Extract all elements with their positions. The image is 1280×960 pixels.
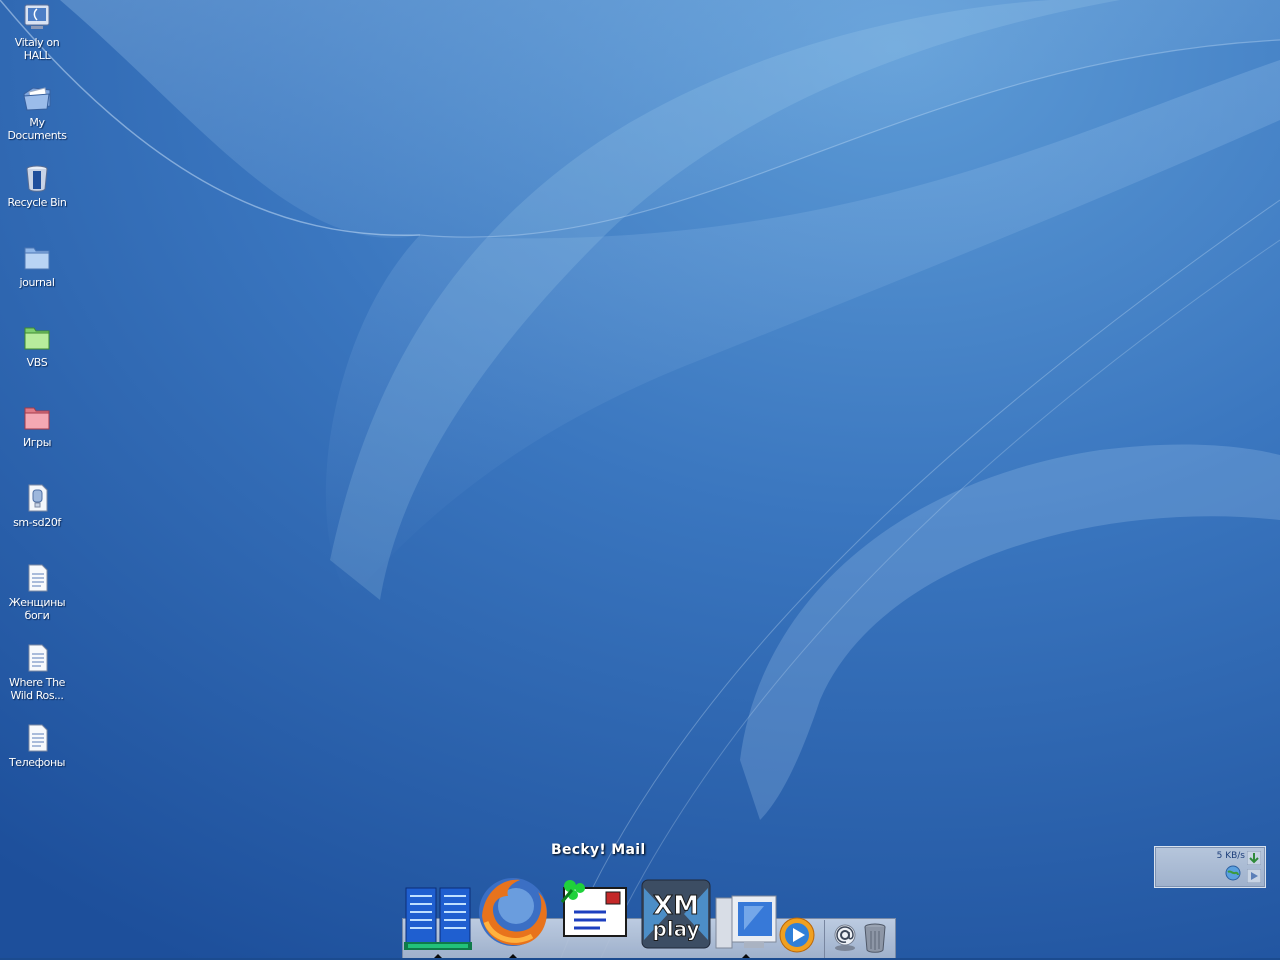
xmplay-icon: XM play	[641, 879, 711, 949]
dock-item-monitor[interactable]	[714, 892, 778, 952]
desktop-icon-journal[interactable]: journal	[0, 240, 74, 289]
network-rate: 5 KB/s	[1216, 851, 1245, 861]
globe-icon	[1225, 865, 1241, 881]
desktop-icon-recycle-bin[interactable]: Recycle Bin	[0, 160, 74, 209]
desktop-icon-label: journal	[19, 276, 55, 289]
media-player-icon	[779, 917, 815, 953]
desktop-icon-sm-sd20f[interactable]: sm-sd20f	[0, 480, 74, 529]
desktop-icon-label: VBS	[26, 356, 48, 369]
desktop-icon-label: Vitaly on HALL	[14, 36, 60, 62]
at-sign-icon	[834, 924, 856, 951]
desktop-icon-label: sm-sd20f	[13, 516, 61, 529]
documents-folder-icon	[23, 87, 51, 111]
dock-item-server[interactable]	[404, 884, 472, 954]
red-folder-icon	[24, 407, 50, 430]
desktop-icon-phones[interactable]: Телефоны	[0, 720, 74, 769]
desktop-icon-label: Игры	[22, 436, 52, 449]
trash-can-icon	[864, 923, 886, 953]
download-arrow-icon[interactable]	[1247, 851, 1261, 865]
desktop-icon-label: Where The Wild Ros...	[8, 676, 66, 702]
desktop-icon-where-the-wild-roses[interactable]: Where The Wild Ros...	[0, 640, 74, 702]
dock-item-firefox[interactable]	[472, 872, 554, 952]
network-monitor-widget[interactable]: 5 KB/s	[1154, 846, 1266, 888]
green-folder-icon	[24, 327, 50, 350]
dock-item-becky-mail[interactable]	[556, 878, 630, 942]
desktop-icon-label: Телефоны	[8, 756, 66, 769]
server-icon	[404, 887, 472, 950]
desktop-icon-my-computer[interactable]: Vitaly on HALL	[0, 0, 74, 62]
play-arrow-icon[interactable]	[1247, 869, 1261, 883]
text-document-icon	[28, 644, 48, 672]
desktop-icon-my-documents[interactable]: My Documents	[0, 80, 74, 142]
recycle-bin-icon	[26, 165, 48, 192]
blue-folder-icon	[24, 247, 50, 270]
dock-separator	[824, 920, 825, 960]
monitor-icon	[715, 895, 777, 949]
xmplay-icon-text-bottom: play	[652, 917, 699, 941]
my-computer-icon	[24, 4, 50, 29]
desktop-icon-vbs[interactable]: VBS	[0, 320, 74, 369]
text-document-icon	[28, 724, 48, 752]
text-document-icon	[28, 564, 48, 592]
dock-item-at-sign[interactable]	[832, 922, 858, 952]
dock-item-trash[interactable]	[862, 922, 888, 954]
becky-mail-icon	[560, 880, 627, 937]
desktop-icon-label: Женщины боги	[8, 596, 66, 622]
dock-tooltip: Becky! Mail	[551, 842, 646, 858]
firefox-icon	[479, 878, 547, 946]
dock-item-media-player[interactable]	[778, 916, 816, 954]
desktop-icon-label: My Documents	[7, 116, 67, 142]
zip-archive-icon	[28, 484, 48, 512]
desktop-icon-games[interactable]: Игры	[0, 400, 74, 449]
desktop-icon-women-gods[interactable]: Женщины боги	[0, 560, 74, 622]
dock-item-xmplay[interactable]: XM play	[638, 878, 714, 950]
desktop-icon-label: Recycle Bin	[7, 196, 67, 209]
desktop-wallpaper	[0, 0, 1280, 960]
